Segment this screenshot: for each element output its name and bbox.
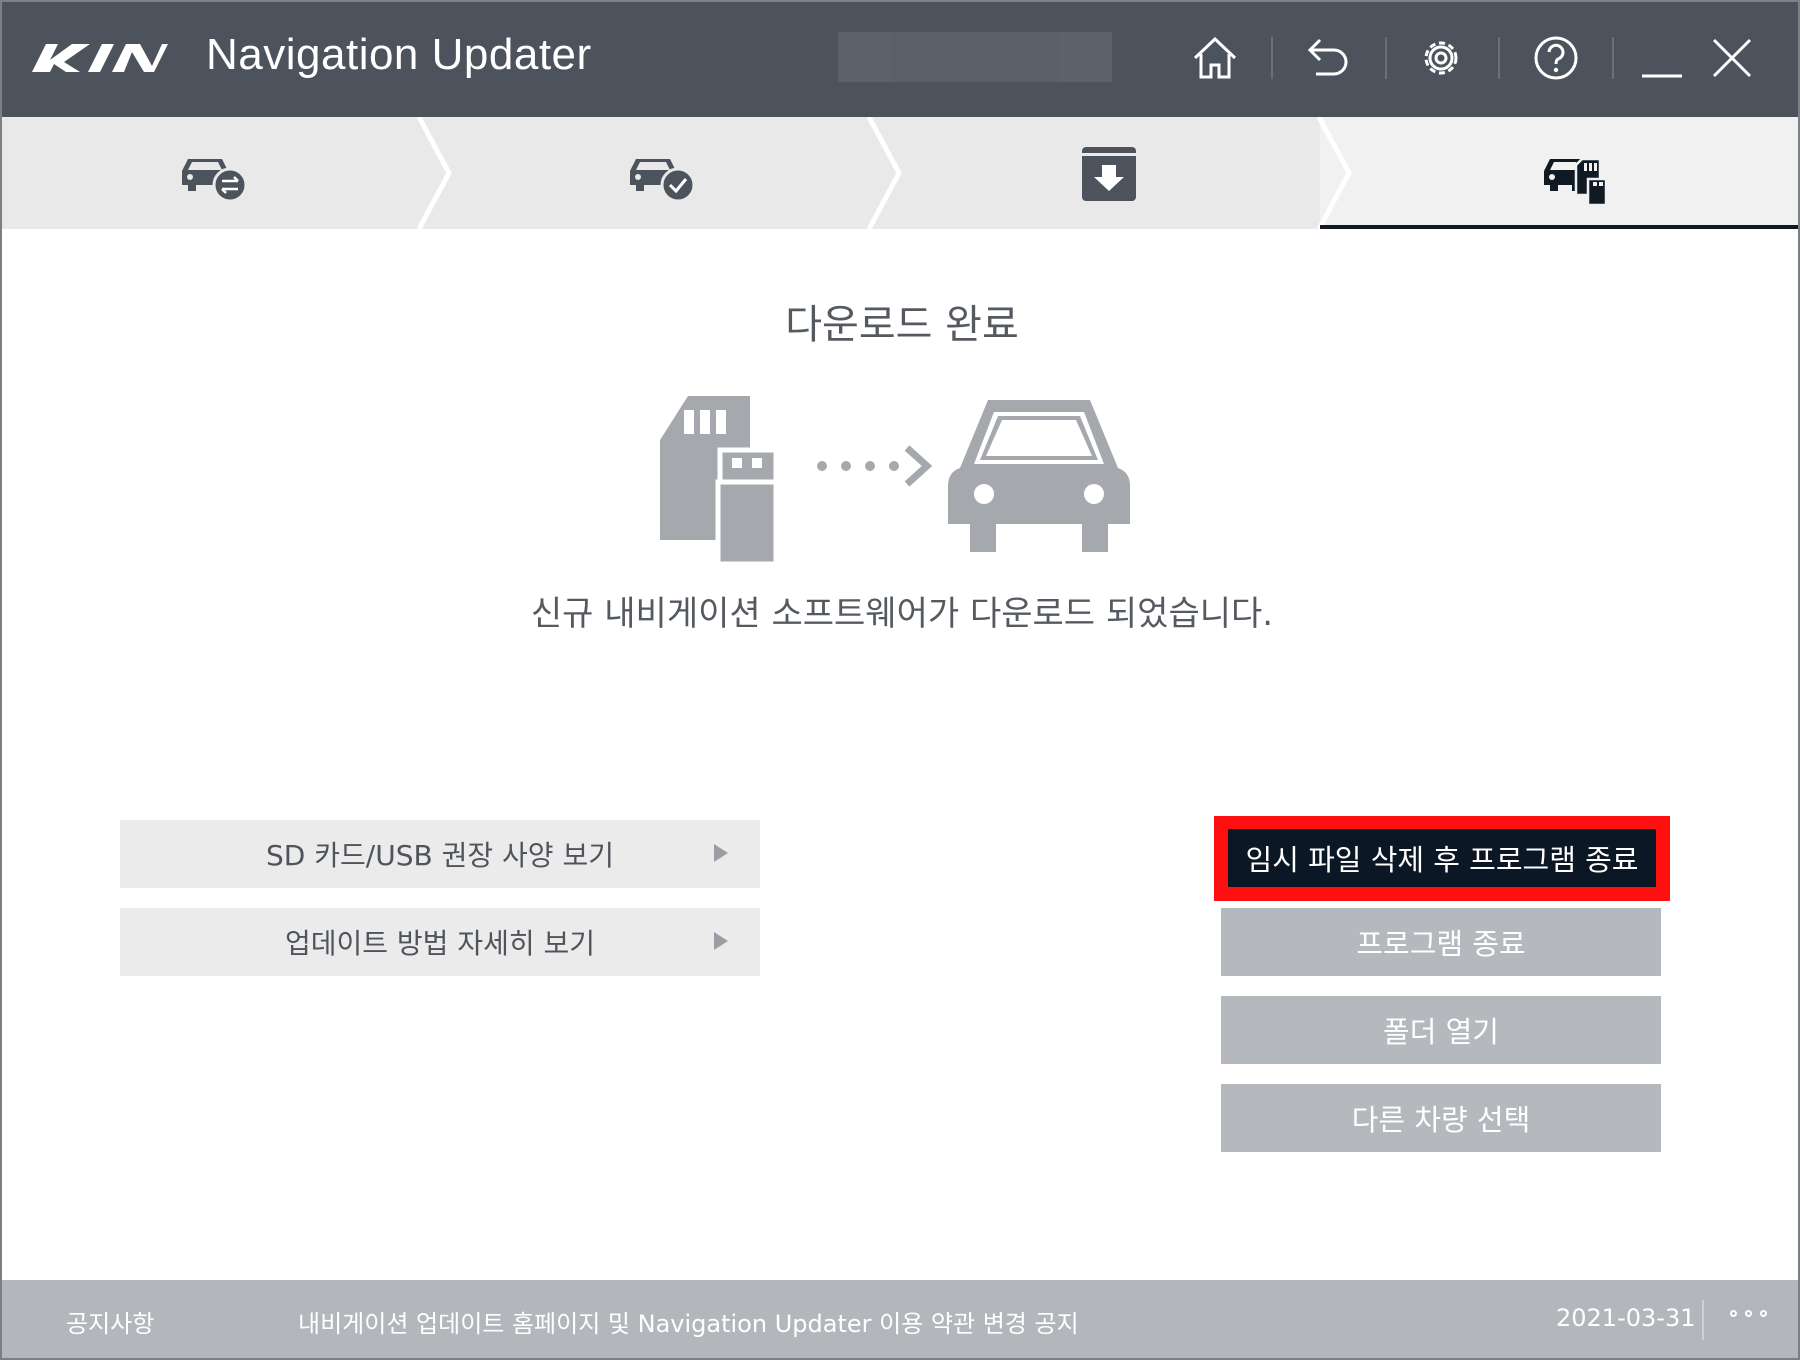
open-folder-button[interactable]: 폴더 열기 [1221,996,1661,1064]
delete-temp-and-exit-button[interactable]: 임시 파일 삭제 후 프로그램 종료 [1228,829,1656,887]
status-message: 신규 내비게이션 소프트웨어가 다운로드 되었습니다. [530,594,1274,634]
notice-link[interactable]: 내비게이션 업데이트 홈페이지 및 Navigation Updater 이용 … [298,1304,1079,1339]
update-guide-label: 업데이트 방법 자세히 보기 [284,927,596,960]
play-arrow-icon [714,932,728,950]
arrow-icon [817,445,933,487]
car-icon [948,400,1130,552]
home-button[interactable] [1187,30,1243,86]
update-guide-button[interactable]: 업데이트 방법 자세히 보기 [120,908,760,976]
active-step-indicator [1320,225,1798,229]
page-title: 다운로드 완료 [785,302,1019,348]
vehicle-name-field [838,32,1112,82]
minimize-button[interactable] [1634,30,1690,86]
app-title: Navigation Updater [206,30,592,79]
close-button[interactable] [1704,30,1760,86]
title-bar: Navigation Updater [2,2,1798,117]
play-arrow-icon [714,844,728,862]
help-button[interactable] [1528,30,1584,86]
step-divider [416,117,452,229]
step-divider [866,117,902,229]
sd-to-car-illustration [660,396,1130,567]
notice-date: 2021-03-31 [1556,1304,1696,1332]
car-sd-card-icon [1544,157,1608,205]
footer-divider [1702,1300,1704,1340]
exit-program-button[interactable]: 프로그램 종료 [1221,908,1661,976]
home-icon [1193,36,1237,79]
usb-drive-icon [715,447,779,567]
notice-label: 공지사항 [66,1310,155,1338]
sd-usb-spec-button[interactable]: SD 카드/USB 권장 사양 보기 [120,820,760,888]
car-check-icon [630,159,696,203]
close-icon [1712,38,1752,78]
step-divider [1316,117,1352,229]
sd-usb-spec-label: SD 카드/USB 권장 사양 보기 [266,839,614,872]
minimize-icon [1642,74,1682,78]
notice-bar: 공지사항 내비게이션 업데이트 홈페이지 및 Navigation Update… [2,1280,1798,1358]
help-icon [1534,36,1578,80]
gear-icon [1424,41,1458,75]
kia-logo [32,44,168,72]
settings-button[interactable] [1413,30,1469,86]
select-other-vehicle-button[interactable]: 다른 차량 선택 [1221,1084,1661,1152]
app-window: Navigation Updater 다운로드 완료 신규 내비게이션 소프트웨… [0,0,1800,1360]
undo-icon [1307,38,1348,76]
back-button[interactable] [1300,30,1356,86]
step-progress-bar [2,117,1798,229]
more-options-icon[interactable] [1730,1310,1767,1317]
car-exchange-icon [182,159,248,203]
download-box-icon [1082,147,1136,201]
